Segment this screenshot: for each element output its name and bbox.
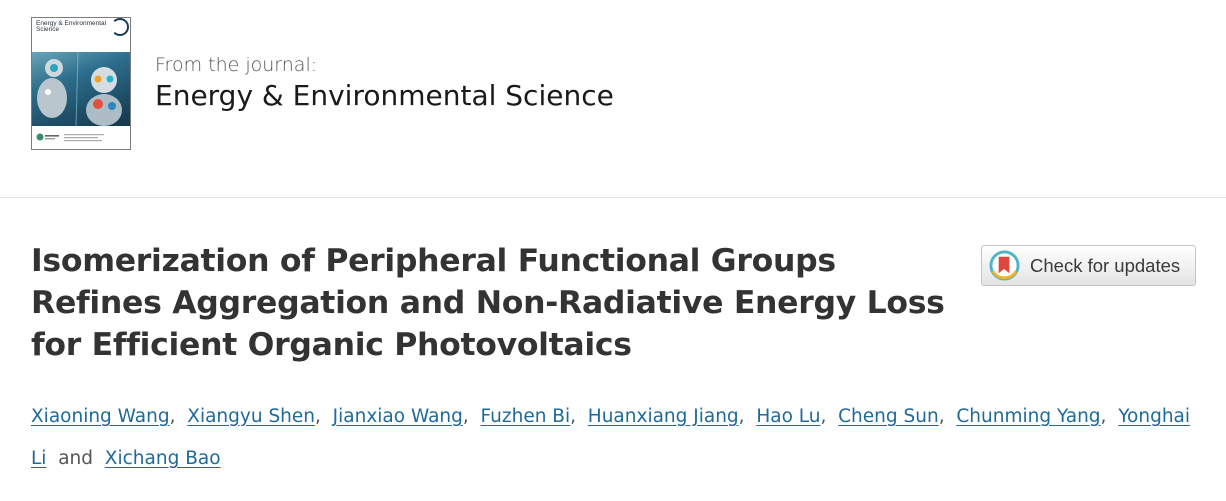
author-link[interactable]: Xiaoning Wang: [31, 406, 170, 427]
author-and-label: and: [58, 448, 94, 469]
author-link[interactable]: Huanxiang Jiang: [588, 406, 739, 427]
cover-publisher-logo: [36, 133, 104, 142]
author-link[interactable]: Jianxiao Wang: [333, 406, 463, 427]
author-separator: ,: [1100, 406, 1107, 427]
journal-cover-image[interactable]: Energy & Environmental Science: [31, 17, 131, 150]
check-for-updates-label: Check for updates: [1030, 254, 1181, 276]
cover-robots-illustration: [37, 51, 122, 127]
author-separator: ,: [315, 406, 321, 427]
author-link[interactable]: Hao Lu: [756, 406, 820, 427]
author-separator: ,: [169, 406, 176, 427]
check-for-updates-button[interactable]: Check for updates: [981, 245, 1196, 286]
journal-name-link[interactable]: Energy & Environmental Science: [155, 79, 614, 112]
author-separator: ,: [462, 406, 469, 427]
from-journal-label: From the journal:: [155, 54, 318, 76]
cover-artwork: [32, 51, 130, 127]
article-title: Isomerization of Peripheral Functional G…: [31, 243, 945, 363]
author-separator: ,: [738, 406, 745, 427]
author-separator: ,: [938, 406, 945, 427]
author-list: Xiaoning Wang, Xiangyu Shen, Jianxiao Wa…: [31, 396, 1211, 480]
author-link[interactable]: Xiangyu Shen: [187, 406, 315, 427]
author-separator: ,: [820, 406, 827, 427]
author-separator: ,: [570, 406, 577, 427]
cover-footer: [32, 126, 130, 149]
author-link[interactable]: Fuzhen Bi: [481, 406, 571, 427]
author-link[interactable]: Chunming Yang: [956, 406, 1100, 427]
author-link[interactable]: Xichang Bao: [105, 448, 221, 469]
author-link[interactable]: Cheng Sun: [838, 406, 939, 427]
crossmark-icon: [989, 250, 1020, 281]
journal-header: Energy & Environmental Science From the …: [0, 0, 1226, 197]
header-divider: [0, 197, 1226, 198]
cover-ring-decoration: [111, 18, 129, 36]
